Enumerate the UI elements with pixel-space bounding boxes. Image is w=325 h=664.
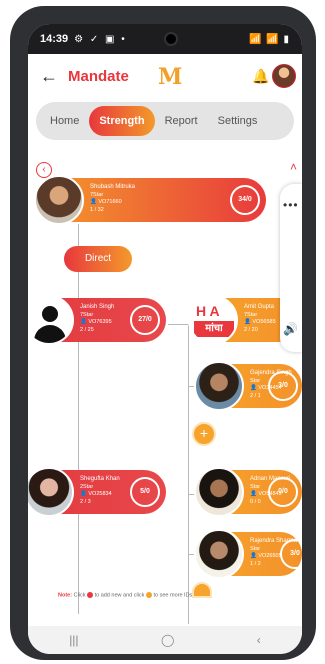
node-id: VO26505 <box>258 553 282 559</box>
node-level: 7Star <box>80 311 94 318</box>
profile-avatar[interactable] <box>272 64 296 88</box>
tab-settings[interactable]: Settings <box>208 106 268 136</box>
node-photo-logo: H A मांचा <box>188 295 238 345</box>
node-id: VO76395 <box>88 319 112 325</box>
node-ratio: 2 / 25 <box>80 326 94 333</box>
back-arrow-icon[interactable]: ← <box>40 66 58 87</box>
app-bar: ← Mandate M 🔔 <box>28 54 302 100</box>
node-level: 7Star <box>90 191 104 198</box>
tree-node[interactable]: Janish Singh 7Star 👤 VO76395 2 / 25 27/0 <box>28 295 166 345</box>
chevron-up-icon[interactable]: ˄ <box>290 160 297 174</box>
node-count-badge: 3/0 <box>268 371 298 401</box>
node-info: Amit Gupta 7Star 👤 VO56585 2 / 20 <box>244 304 276 334</box>
node-count-badge: 34/0 <box>230 185 260 215</box>
node-count-badge: 5/0 <box>130 477 160 507</box>
app-logo: M <box>158 64 183 90</box>
node-info: Shegufta Khan 2Star 👤 VO25834 2 / 3 <box>80 476 120 506</box>
camera-icon <box>164 32 178 46</box>
status-time: 14:39 <box>40 33 69 45</box>
node-ratio: 2 / 3 <box>80 498 91 505</box>
system-nav-bar: ||| ◯ ‹ <box>28 626 302 654</box>
node-level: 2Star <box>80 483 94 490</box>
node-name: Shubash Mitruka <box>90 184 136 190</box>
node-count-badge: 27/0 <box>130 305 160 335</box>
recent-apps-icon[interactable]: ||| <box>69 633 78 647</box>
node-name: Amit Gupta <box>244 304 275 310</box>
app-screen: 14:39 ⚙ ✓ ▣ • 📶 📶 ▮ ← Mandate M 🔔 Home S… <box>28 24 302 654</box>
tree-node[interactable]: Adnan Mansuri Star 👤 VO54849 0 / 0 0/0 <box>194 467 302 517</box>
status-left-icons: ⚙ ✓ ▣ • <box>74 33 127 45</box>
node-photo <box>194 529 244 579</box>
audio-icon[interactable]: 🔊 <box>283 322 298 336</box>
tab-report[interactable]: Report <box>155 106 208 136</box>
status-right-icons: 📶 📶 ▮ <box>249 33 290 45</box>
back-icon[interactable]: ‹ <box>257 633 261 647</box>
node-count-badge: 0/0 <box>268 477 298 507</box>
node-id: VO25834 <box>88 491 112 497</box>
node-id: VO71660 <box>98 199 122 205</box>
logo-text: मांचा <box>194 321 234 337</box>
floating-toolbar: ••• 🔊 <box>280 184 302 352</box>
tree-line <box>78 224 79 614</box>
tree-line <box>188 324 189 624</box>
node-photo <box>28 467 74 517</box>
node-photo-placeholder <box>28 295 74 345</box>
footer-note: Note: Click to add new and click to see … <box>58 592 294 598</box>
add-member-plus-icon[interactable]: + <box>192 422 216 446</box>
node-level: 7Star <box>244 311 258 318</box>
note-label: Note: <box>58 592 73 599</box>
tree-node[interactable]: Gajendra Singh Star 👤 VO34454 2 / 1 3/0 <box>194 361 302 411</box>
node-count-badge: 3/0 <box>280 539 302 569</box>
note-text: to add new and click <box>93 592 146 599</box>
more-options-icon[interactable]: ••• <box>283 198 299 212</box>
node-photo <box>194 467 244 517</box>
page-title: Mandate <box>68 68 129 85</box>
node-info: Shubash Mitruka 7Star 👤 VO71660 1 / 32 <box>90 184 135 214</box>
tree-node[interactable]: Rajendra Sharma Star 👤 VO26505 1 / 2 3/0 <box>194 529 302 579</box>
note-text: to see more IDs <box>151 592 193 599</box>
tree-node-root[interactable]: Shubash Mitruka 7Star 👤 VO71660 1 / 32 3… <box>34 175 266 225</box>
home-icon[interactable]: ◯ <box>161 633 174 647</box>
tree-line <box>168 324 188 325</box>
note-text: Click <box>72 592 88 599</box>
node-info: Janish Singh 7Star 👤 VO76395 2 / 25 <box>80 304 114 334</box>
bell-icon[interactable]: 🔔 <box>252 68 269 85</box>
tree-node[interactable]: Shegufta Khan 2Star 👤 VO25834 2 / 3 5/0 <box>28 467 166 517</box>
tab-strength[interactable]: Strength <box>89 106 155 136</box>
node-id: VO56585 <box>252 319 276 325</box>
tab-home[interactable]: Home <box>40 106 89 136</box>
node-photo <box>34 175 84 225</box>
node-ratio: 2 / 20 <box>244 326 258 333</box>
node-name: Shegufta Khan <box>80 476 120 482</box>
tab-bar: Home Strength Report Settings <box>36 102 294 140</box>
direct-button[interactable]: Direct <box>64 246 132 272</box>
node-ratio: 1 / 32 <box>90 206 104 213</box>
logo-text: H A <box>196 303 220 319</box>
node-name: Janish Singh <box>80 304 115 310</box>
node-photo <box>194 361 244 411</box>
